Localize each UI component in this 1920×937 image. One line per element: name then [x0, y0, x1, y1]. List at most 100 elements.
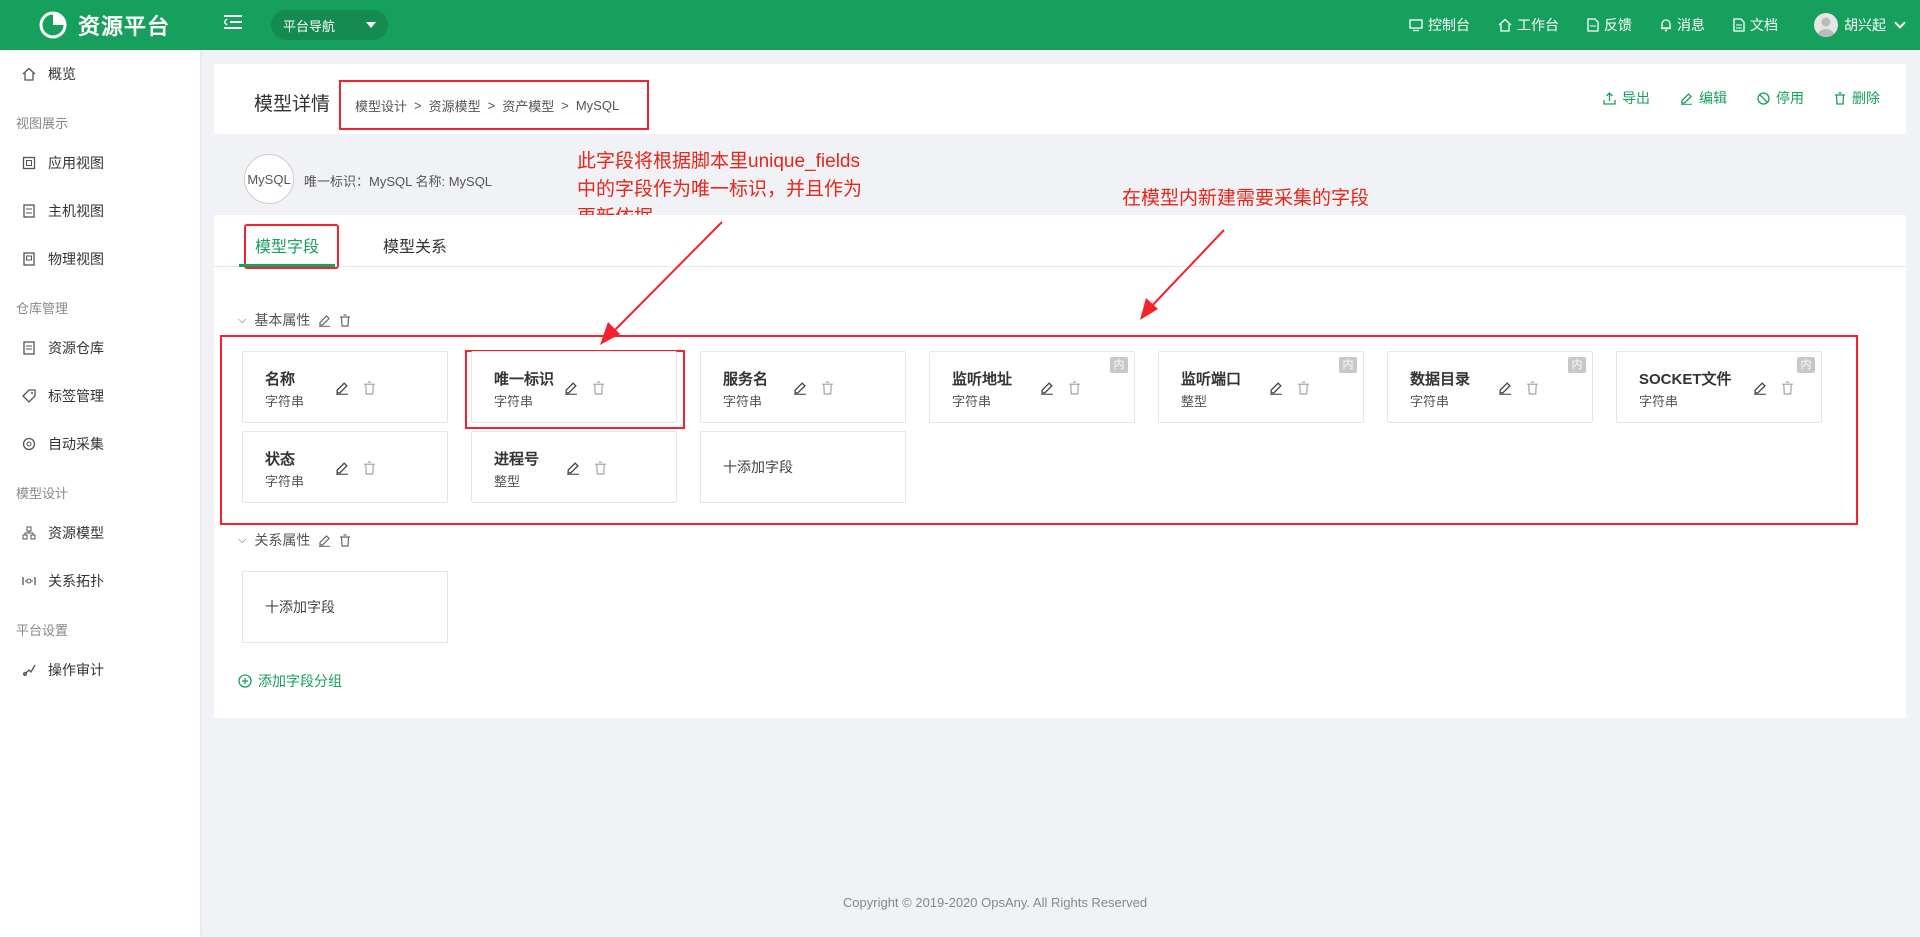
tag-icon [22, 389, 36, 403]
field-type: 字符串 [723, 394, 763, 409]
plus-circle-icon [238, 674, 252, 688]
topology-icon [22, 577, 36, 585]
group-basic-label: 基本属性 [254, 312, 311, 328]
disable-button[interactable]: 停用 [1757, 88, 1804, 108]
field-name: 名称 [265, 371, 296, 388]
field-card[interactable]: 进程号 整型 [471, 431, 677, 503]
page-title: 模型详情 [254, 94, 331, 115]
tab-model-fields[interactable]: 模型字段 [255, 233, 319, 257]
field-card[interactable]: 监听端口 整型 内 [1158, 351, 1364, 423]
collapse-icon[interactable]: ⌵ [238, 314, 246, 327]
add-field-group-button[interactable]: 添加字段分组 [238, 671, 342, 691]
edit-icon[interactable] [566, 461, 580, 475]
sidebar-item-label: 操作审计 [48, 662, 104, 678]
builtin-badge: 内 [1110, 357, 1128, 373]
field-card[interactable]: 唯一标识 字符串 [471, 351, 677, 423]
delete-label: 删除 [1852, 90, 1880, 106]
messages-label: 消息 [1677, 17, 1705, 33]
edit-icon[interactable] [1269, 381, 1283, 395]
trash-icon[interactable] [1781, 381, 1794, 395]
edit-icon[interactable] [1753, 381, 1767, 395]
sidebar-item-auto-collect[interactable]: 自动采集 [0, 428, 200, 460]
sidebar-item-audit[interactable]: 操作审计 [0, 654, 200, 686]
delete-button[interactable]: 删除 [1834, 88, 1880, 108]
trash-icon[interactable] [363, 461, 376, 475]
field-card[interactable]: 名称 字符串 [242, 351, 448, 423]
sidebar-item-resource-warehouse[interactable]: 资源仓库 [0, 332, 200, 364]
edit-icon[interactable] [564, 381, 578, 395]
export-button[interactable]: 导出 [1603, 88, 1650, 108]
sidebar: 概览 视图展示 应用视图 主机视图 物理视图 仓库管理 资源仓库 标签管理 自动… [0, 50, 200, 937]
trash-icon[interactable] [1526, 381, 1539, 395]
sidebar-item-resource-model[interactable]: 资源模型 [0, 517, 200, 549]
docs-link[interactable]: 文档 [1733, 15, 1778, 35]
feedback-link[interactable]: 反馈 [1587, 15, 1632, 35]
edit-icon[interactable] [335, 461, 349, 475]
edit-icon[interactable] [793, 381, 807, 395]
breadcrumb-resource-model[interactable]: 资源模型 [429, 96, 481, 115]
platform-nav-select[interactable]: 平台导航 [271, 10, 388, 40]
trash-icon[interactable] [339, 313, 351, 327]
file-icon [1733, 18, 1745, 32]
edit-icon[interactable] [318, 314, 331, 327]
annotation-line: 中的字段作为唯一标识，并且作为 [577, 179, 863, 200]
menu-toggle-icon[interactable] [224, 14, 242, 30]
sidebar-item-tag-mgmt[interactable]: 标签管理 [0, 380, 200, 412]
sidebar-group-view: 视图展示 [16, 116, 69, 131]
sidebar-item-physical-view[interactable]: 物理视图 [0, 243, 200, 275]
console-label: 控制台 [1428, 17, 1470, 33]
sidebar-item-overview[interactable]: 概览 [0, 58, 200, 90]
builtin-badge: 内 [1568, 357, 1586, 373]
sidebar-item-relation-topo[interactable]: 关系拓扑 [0, 565, 200, 597]
stop-icon [1757, 91, 1770, 105]
sidebar-item-app-view[interactable]: 应用视图 [0, 147, 200, 179]
trash-icon[interactable] [363, 381, 376, 395]
collect-icon [22, 437, 36, 451]
edit-icon[interactable] [1040, 381, 1054, 395]
field-card[interactable]: 监听地址 字符串 内 [929, 351, 1135, 423]
field-type: 字符串 [952, 394, 992, 409]
sidebar-item-label: 物理视图 [48, 251, 104, 267]
brand[interactable]: 资源平台 [38, 10, 170, 40]
field-card[interactable]: 服务名 字符串 [700, 351, 906, 423]
trash-icon[interactable] [1068, 381, 1081, 395]
add-field-button[interactable]: 十添加字段 [700, 431, 906, 503]
edit-icon[interactable] [335, 381, 349, 395]
chevron-down-icon [1894, 17, 1906, 29]
field-card[interactable]: 数据目录 字符串 内 [1387, 351, 1593, 423]
trash-icon[interactable] [1297, 381, 1310, 395]
disable-label: 停用 [1776, 90, 1804, 106]
edit-button[interactable]: 编辑 [1680, 88, 1727, 108]
breadcrumb-asset-model[interactable]: 资产模型 [502, 96, 554, 115]
sidebar-item-label: 概览 [48, 66, 76, 82]
tab-model-relations[interactable]: 模型关系 [383, 233, 447, 257]
console-link[interactable]: 控制台 [1409, 15, 1470, 35]
breadcrumb-current: MySQL [575, 97, 620, 113]
workbench-link[interactable]: 工作台 [1498, 15, 1559, 35]
breadcrumb-separator: > [414, 97, 422, 113]
workbench-label: 工作台 [1517, 17, 1559, 33]
header-actions: 导出 编辑 停用 删除 [1603, 88, 1880, 108]
field-type: 字符串 [494, 394, 534, 409]
trash-icon[interactable] [339, 533, 351, 547]
trash-icon[interactable] [594, 461, 607, 475]
field-card[interactable]: 状态 字符串 [242, 431, 448, 503]
edit-icon[interactable] [1498, 381, 1512, 395]
trash-icon[interactable] [592, 381, 605, 395]
edit-icon [1681, 92, 1692, 105]
user-menu[interactable]: 胡兴起 [1814, 13, 1906, 37]
sidebar-item-host-view[interactable]: 主机视图 [0, 195, 200, 227]
field-type: 字符串 [265, 474, 305, 489]
breadcrumb-separator: > [487, 97, 496, 113]
physical-view-icon [23, 252, 35, 266]
edit-icon[interactable] [318, 534, 331, 547]
messages-link[interactable]: 消息 [1660, 15, 1705, 35]
trash-icon[interactable] [821, 381, 834, 395]
collapse-icon[interactable]: ⌵ [238, 534, 246, 547]
tab-active-indicator [239, 264, 335, 267]
add-field-button[interactable]: 十添加字段 [242, 571, 448, 643]
breadcrumb-model-design[interactable]: 模型设计 [355, 96, 407, 115]
add-field-group-label: 添加字段分组 [258, 673, 342, 689]
field-name: 服务名 [723, 371, 769, 388]
field-card[interactable]: SOCKET文件 字符串 内 [1616, 351, 1822, 423]
